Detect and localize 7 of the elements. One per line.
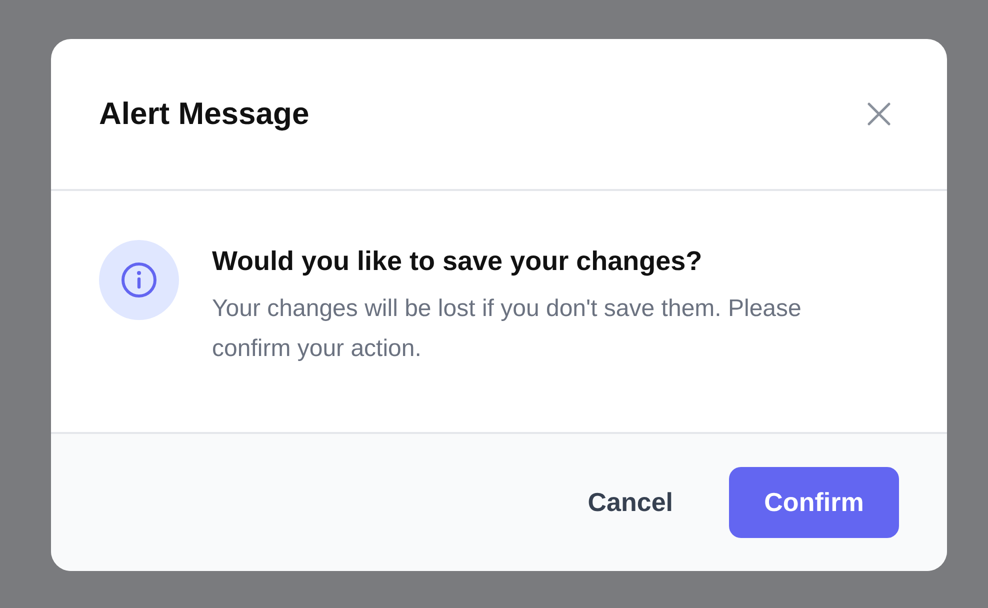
close-button[interactable]: [865, 100, 893, 128]
confirm-button[interactable]: Confirm: [729, 467, 899, 538]
dialog-heading: Would you like to save your changes?: [212, 246, 704, 277]
dialog-title: Alert Message: [99, 96, 310, 132]
dialog-message: Your changes will be lost if you don't save them. Please confirm your action.: [212, 294, 802, 364]
cancel-button[interactable]: Cancel: [566, 469, 695, 536]
close-icon: [867, 102, 891, 126]
